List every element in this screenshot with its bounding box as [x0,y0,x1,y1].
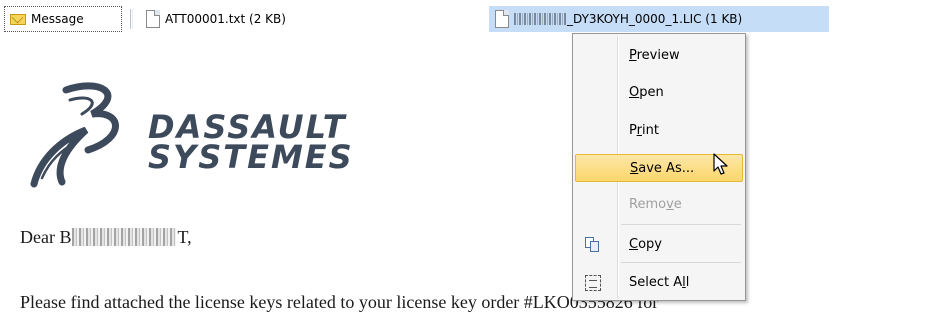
select-all-icon [585,275,601,291]
menu-item-copy[interactable]: Copy [575,231,743,259]
message-tab[interactable]: Message [4,6,122,32]
menu-item-open[interactable]: Open [575,79,743,107]
divider [132,9,133,29]
file-icon [495,10,509,28]
attachment-bar: Message ATT00001.txt (2 KB) _DY3KOYH_000… [0,0,938,38]
text-file-icon [146,10,160,28]
divider [130,9,131,29]
attachment-txt-label: ATT00001.txt (2 KB) [165,12,286,26]
menu-item-label: Copy [629,237,662,252]
greeting: Dear B T, [20,227,192,248]
redacted-name [72,228,177,246]
menu-separator [621,224,741,225]
menu-item-label: Open [629,85,664,100]
message-tab-label: Message [31,12,84,26]
attachment-lic-label: _DY3KOYH_0000_1.LIC (1 KB) [567,12,743,26]
attachment-lic[interactable]: _DY3KOYH_0000_1.LIC (1 KB) [489,6,829,32]
copy-icon [585,237,601,253]
envelope-icon [10,13,26,25]
menu-item-label: Save As... [630,161,695,176]
greeting-prefix: Dear B [20,227,72,247]
menu-item-label: Print [629,123,659,138]
menu-item-label: Remove [629,197,682,212]
logo-text-line2: SYSTEMES [148,138,354,176]
menu-item-label: Preview [629,48,680,63]
company-logo: DASSAULT SYSTEMES [30,80,370,190]
menu-separator [621,262,741,263]
menu-item-preview[interactable]: Preview [575,42,743,70]
redacted-text [514,13,566,25]
menu-item-select-all[interactable]: Select All [575,269,743,297]
menu-item-print[interactable]: Print [575,117,743,145]
menu-item-label: Select All [629,275,690,290]
body-text: Please find attached the license keys re… [20,292,659,312]
mouse-cursor-icon [713,153,728,175]
3ds-logo-icon [30,82,119,188]
greeting-suffix: T, [177,227,192,247]
menu-item-remove[interactable]: Remove [575,191,743,219]
attachment-txt[interactable]: ATT00001.txt (2 KB) [143,6,363,32]
